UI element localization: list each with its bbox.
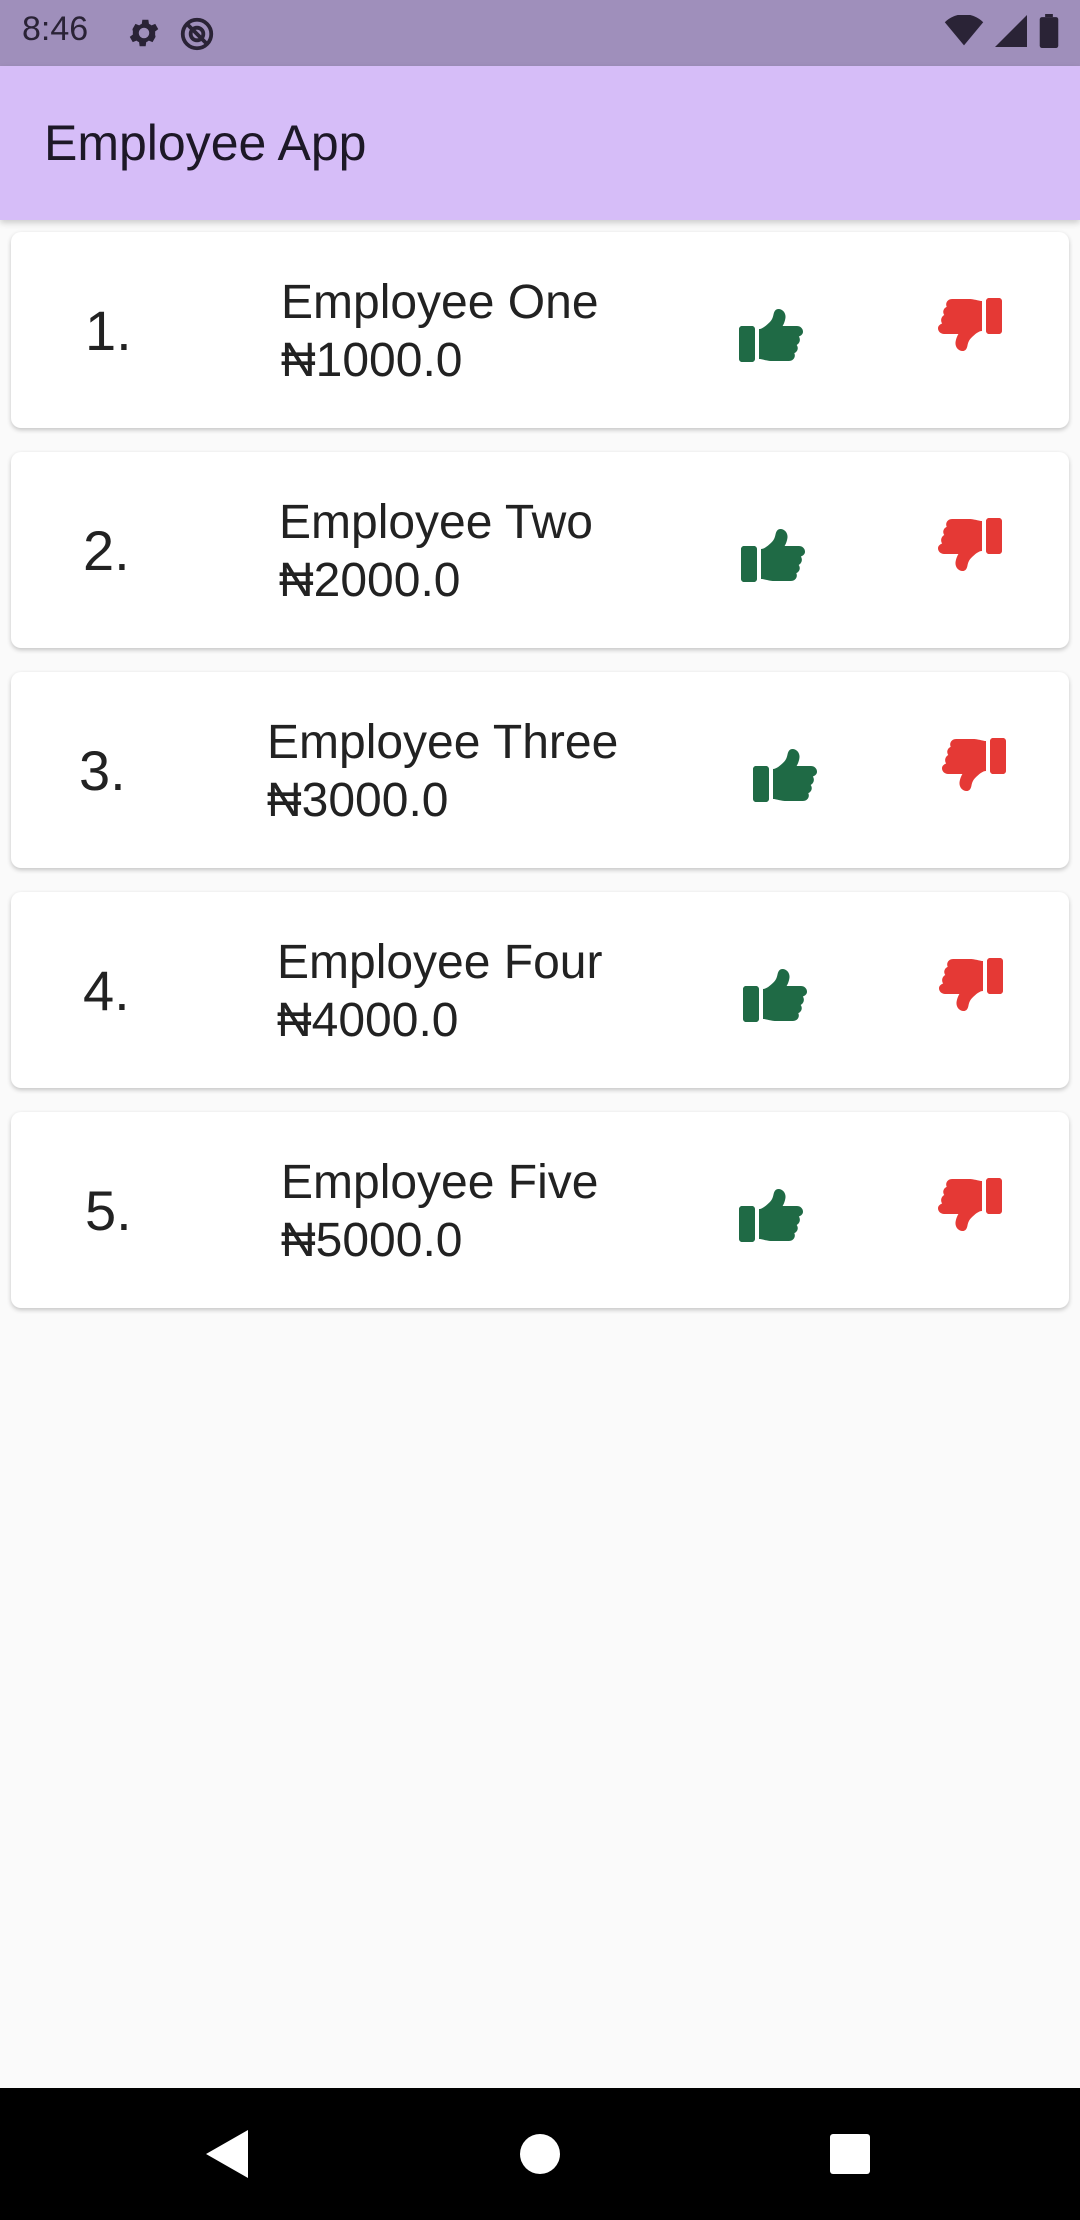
employee-number: 2.	[83, 519, 130, 582]
signal-icon	[994, 15, 1028, 52]
status-time: 8:46	[22, 10, 89, 48]
thumbs-down-icon	[938, 298, 1002, 351]
settings-icon	[126, 15, 162, 58]
employee-salary: ₦3000.0	[267, 774, 449, 827]
status-bar: 8:46	[0, 0, 1080, 66]
thumbs-up-icon	[753, 749, 817, 802]
thumbs-down-button[interactable]	[925, 505, 1015, 595]
navigation-bar	[0, 2088, 1080, 2220]
employee-salary: ₦5000.0	[281, 1214, 463, 1267]
employee-name: Employee Two	[279, 496, 593, 549]
status-system-icons	[944, 14, 1060, 53]
thumbs-up-icon	[739, 1189, 803, 1242]
thumbs-up-icon	[741, 529, 805, 582]
employee-name: Employee Five	[281, 1156, 599, 1209]
employee-info: Employee One ₦1000.0	[281, 274, 599, 390]
employee-card: 4. Employee Four ₦4000.0	[11, 892, 1069, 1088]
thumbs-down-icon	[938, 518, 1002, 571]
status-notification-icons	[126, 15, 216, 58]
app-bar: Employee App	[0, 66, 1080, 220]
back-icon	[206, 2130, 248, 2178]
thumbs-up-button[interactable]	[726, 1165, 816, 1255]
employee-salary: ₦4000.0	[277, 994, 459, 1047]
do-not-disturb-icon	[178, 15, 216, 58]
thumbs-down-icon	[938, 1178, 1002, 1231]
employee-info: Employee Two ₦2000.0	[279, 494, 593, 610]
thumbs-down-button[interactable]	[926, 945, 1016, 1035]
employee-card: 5. Employee Five ₦5000.0	[11, 1112, 1069, 1308]
employee-salary: ₦2000.0	[279, 554, 461, 607]
thumbs-up-button[interactable]	[740, 725, 830, 815]
employee-info: Employee Three ₦3000.0	[267, 714, 618, 830]
employee-info: Employee Five ₦5000.0	[281, 1154, 598, 1270]
home-button[interactable]	[510, 2124, 570, 2184]
thumbs-down-icon	[939, 958, 1003, 1011]
thumbs-up-button[interactable]	[728, 505, 818, 595]
employee-number: 4.	[83, 959, 130, 1022]
thumbs-up-icon	[743, 969, 807, 1022]
employee-card: 3. Employee Three ₦3000.0	[11, 672, 1069, 868]
thumbs-up-icon	[739, 309, 803, 362]
employee-number: 1.	[85, 299, 132, 362]
thumbs-down-button[interactable]	[929, 725, 1019, 815]
wifi-icon	[944, 14, 984, 52]
thumbs-down-icon	[942, 738, 1006, 791]
employee-name: Employee One	[281, 276, 599, 329]
back-button[interactable]	[196, 2124, 256, 2184]
app-title: Employee App	[44, 115, 367, 171]
employee-info: Employee Four ₦4000.0	[277, 934, 602, 1050]
thumbs-up-button[interactable]	[726, 285, 816, 375]
employee-name: Employee Three	[267, 716, 619, 769]
employee-number: 3.	[79, 739, 126, 802]
employee-card: 2. Employee Two ₦2000.0	[11, 452, 1069, 648]
thumbs-up-button[interactable]	[730, 945, 820, 1035]
thumbs-down-button[interactable]	[925, 285, 1015, 375]
home-icon	[520, 2134, 560, 2174]
recents-button[interactable]	[820, 2124, 880, 2184]
battery-icon	[1038, 14, 1060, 53]
employee-card: 1. Employee One ₦1000.0	[11, 232, 1069, 428]
thumbs-down-button[interactable]	[925, 1165, 1015, 1255]
employee-salary: ₦1000.0	[281, 334, 463, 387]
employee-name: Employee Four	[277, 936, 603, 989]
recents-icon	[830, 2134, 870, 2174]
employee-number: 5.	[85, 1179, 132, 1242]
